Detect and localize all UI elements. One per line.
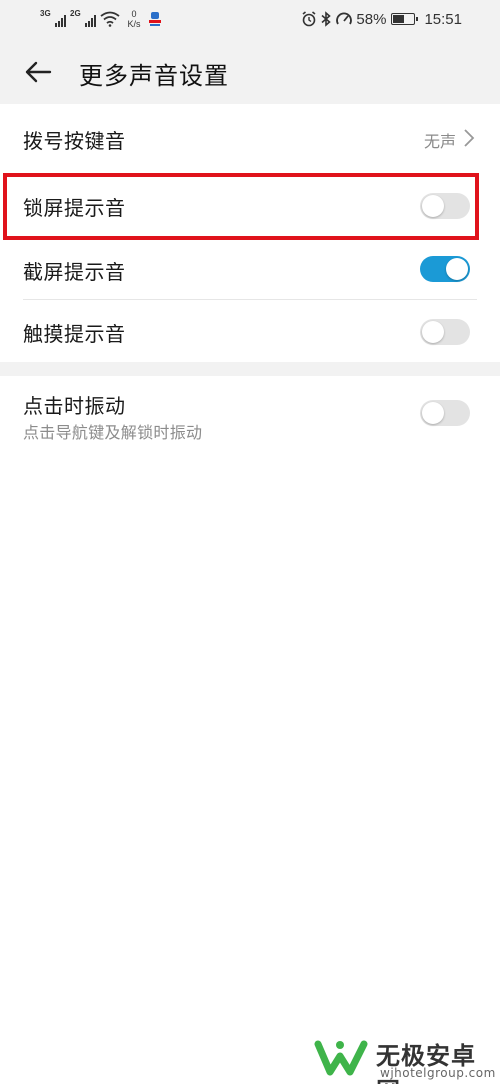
lock-screen-tone-toggle[interactable] xyxy=(420,193,470,219)
toggle-knob xyxy=(422,321,444,343)
watermark-logo-icon xyxy=(314,1040,368,1076)
section-separator xyxy=(0,362,500,376)
vibration-settings-group: 点击时振动 点击导航键及解锁时振动 xyxy=(0,376,500,460)
sim2-signal-icon: 2G xyxy=(70,9,96,27)
sim1-tag: 3G xyxy=(40,9,51,18)
back-button[interactable] xyxy=(18,52,58,92)
touch-tone-row[interactable]: 触摸提示音 xyxy=(0,300,500,362)
battery-icon xyxy=(391,13,419,25)
screenshot-tone-toggle[interactable] xyxy=(420,256,470,282)
vibrate-on-tap-toggle[interactable] xyxy=(420,400,470,426)
arrow-left-icon xyxy=(25,61,52,83)
dial-pad-tone-value: 无声 xyxy=(423,132,456,151)
vibrate-on-tap-sublabel: 点击导航键及解锁时振动 xyxy=(23,423,203,442)
sim2-tag: 2G xyxy=(70,9,81,18)
status-bar: 3G 2G 0 K/s 58% 15:51 xyxy=(0,0,500,38)
screenshot-tone-row[interactable]: 截屏提示音 xyxy=(0,238,500,300)
app-bar: 更多声音设置 xyxy=(0,38,500,104)
screenshot-tone-label: 截屏提示音 xyxy=(23,260,126,284)
alarm-icon xyxy=(302,11,316,27)
chevron-right-icon xyxy=(464,129,475,147)
sound-settings-group: 拨号按键音 无声 锁屏提示音 截屏提示音 触摸提示音 xyxy=(0,104,500,362)
clock: 15:51 xyxy=(424,10,462,28)
page-title: 更多声音设置 xyxy=(79,62,229,90)
bluetooth-icon xyxy=(321,11,332,27)
battery-fill xyxy=(393,15,405,23)
touch-tone-toggle[interactable] xyxy=(420,319,470,345)
touch-tone-label: 触摸提示音 xyxy=(23,322,126,346)
toggle-knob xyxy=(446,258,468,280)
lock-screen-tone-label: 锁屏提示音 xyxy=(23,196,126,220)
lock-screen-tone-row[interactable]: 锁屏提示音 xyxy=(0,174,500,238)
wifi-icon xyxy=(100,11,120,27)
data-saver-icon xyxy=(336,12,353,25)
network-speed-unit: K/s xyxy=(127,19,141,29)
status-right: 58% 15:51 xyxy=(301,8,462,30)
network-speed-value: 0 xyxy=(131,9,137,19)
dial-pad-tone-label: 拨号按键音 xyxy=(23,129,126,153)
vibrate-on-tap-row[interactable]: 点击时振动 点击导航键及解锁时振动 xyxy=(0,376,500,460)
watermark: 无极安卓网 wjhotelgroup.com xyxy=(314,1032,500,1084)
watermark-url: wjhotelgroup.com xyxy=(380,1066,496,1080)
network-speed: 0 K/s xyxy=(124,9,144,29)
battery-percent: 58% xyxy=(356,10,387,28)
status-left: 3G 2G 0 K/s xyxy=(40,8,162,30)
app-notification-icon xyxy=(149,12,161,26)
sim1-signal-icon: 3G xyxy=(40,9,66,27)
vibrate-on-tap-label: 点击时振动 xyxy=(23,394,126,418)
toggle-knob xyxy=(422,195,444,217)
dial-pad-tone-row[interactable]: 拨号按键音 无声 xyxy=(0,104,500,174)
toggle-knob xyxy=(422,402,444,424)
